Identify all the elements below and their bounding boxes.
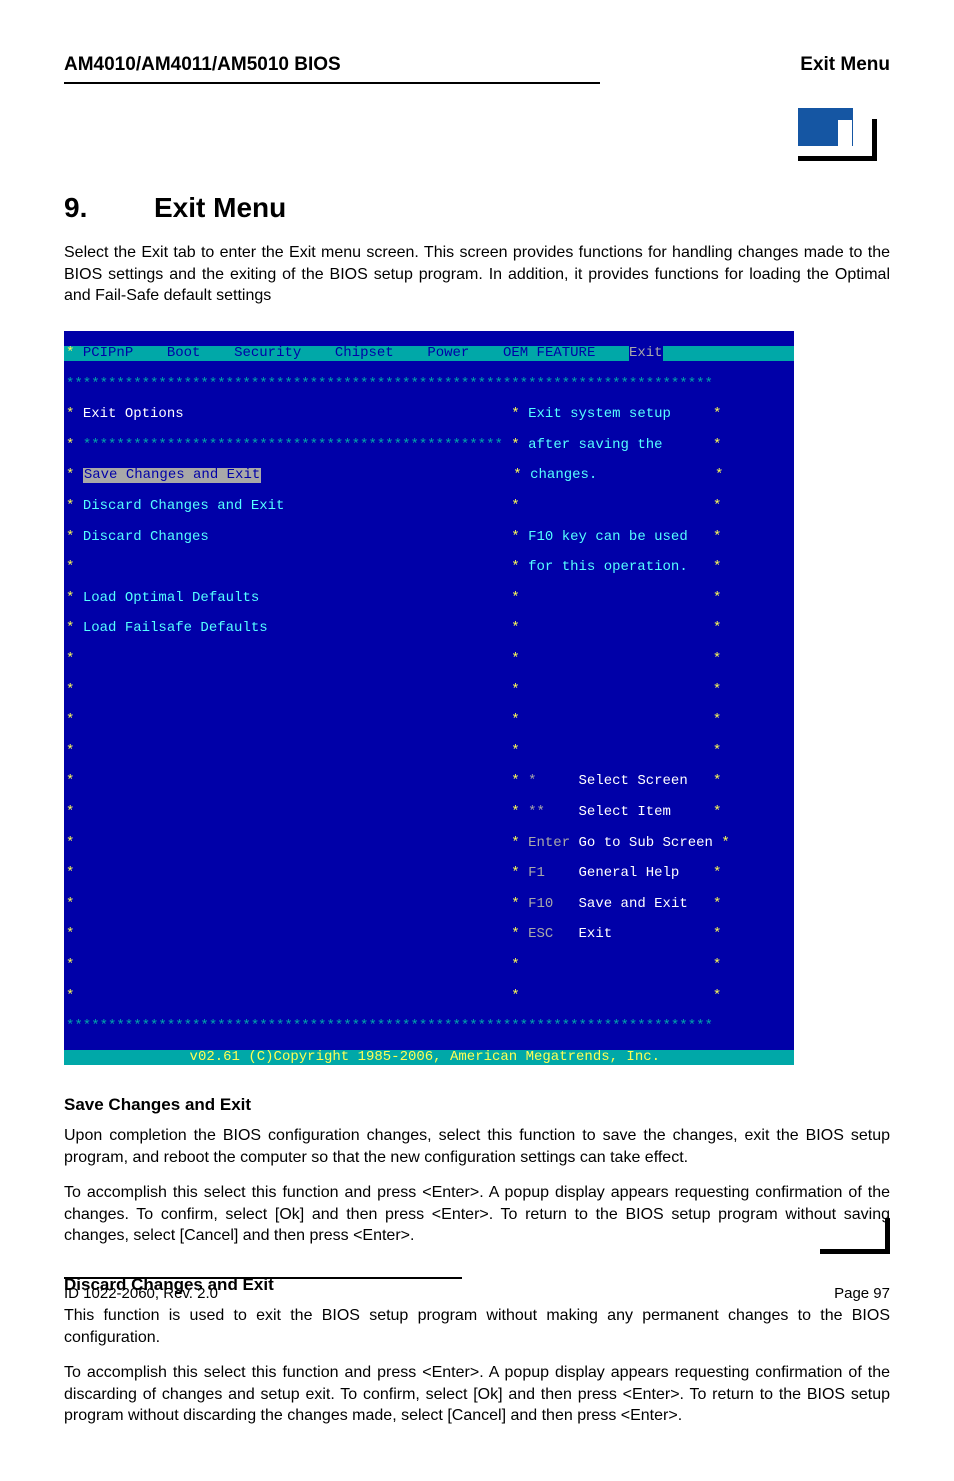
tab-pcipnp[interactable]: PCIPnP [83, 345, 133, 361]
menu-save-exit[interactable]: Save Changes and Exit [83, 468, 261, 483]
key-hint: * Select Screen [528, 774, 688, 789]
intro-paragraph: Select the Exit tab to enter the Exit me… [64, 242, 890, 307]
tab-power[interactable]: Power [427, 345, 469, 361]
tab-boot[interactable]: Boot [167, 345, 201, 361]
help-line: changes. [530, 468, 597, 483]
paragraph: This function is used to exit the BIOS s… [64, 1305, 890, 1348]
tab-exit[interactable]: Exit [629, 345, 663, 361]
section-heading: 9.Exit Menu [64, 192, 890, 224]
tab-security[interactable]: Security [234, 345, 301, 361]
header-rule [64, 82, 600, 84]
help-line: after saving the [528, 438, 662, 453]
header-left: AM4010/AM4011/AM5010 BIOS [64, 54, 341, 76]
footer-rule [64, 1277, 462, 1279]
key-hint: ESC Exit [528, 927, 612, 942]
bios-screenshot: * PCIPnP Boot Security Chipset Power OEM… [64, 331, 794, 1065]
bios-heading: Exit Options [83, 407, 184, 422]
key-hint: ** Select Item [528, 805, 671, 820]
subheading-save: Save Changes and Exit [64, 1095, 890, 1115]
footer-page: Page 97 [834, 1285, 890, 1302]
bios-footer: v02.61 (C)Copyright 1985-2006, American … [64, 1050, 794, 1065]
brand-logo [798, 108, 890, 168]
key-hint: F10 Save and Exit [528, 897, 688, 912]
corner-mark [820, 1218, 890, 1254]
tab-oem[interactable]: OEM FEATURE [503, 345, 595, 361]
menu-discard-exit[interactable]: Discard Changes and Exit [83, 499, 285, 514]
section-title: Exit Menu [154, 192, 286, 223]
key-hint: Enter Go to Sub Screen [528, 836, 713, 851]
paragraph: To accomplish this select this function … [64, 1362, 890, 1427]
paragraph: To accomplish this select this function … [64, 1182, 890, 1247]
help-line: Exit system setup [528, 407, 671, 422]
menu-discard[interactable]: Discard Changes [83, 530, 209, 545]
paragraph: Upon completion the BIOS configuration c… [64, 1125, 890, 1168]
help-line: for this operation. [528, 560, 688, 575]
footer-id: ID 1022-2060, Rev. 2.0 [64, 1285, 218, 1302]
menu-failsafe[interactable]: Load Failsafe Defaults [83, 621, 268, 636]
help-line: F10 key can be used [528, 530, 688, 545]
section-number: 9. [64, 192, 154, 224]
menu-optimal[interactable]: Load Optimal Defaults [83, 591, 259, 606]
tab-chipset[interactable]: Chipset [335, 345, 394, 361]
key-hint: F1 General Help [528, 866, 679, 881]
header-right: Exit Menu [800, 54, 890, 76]
